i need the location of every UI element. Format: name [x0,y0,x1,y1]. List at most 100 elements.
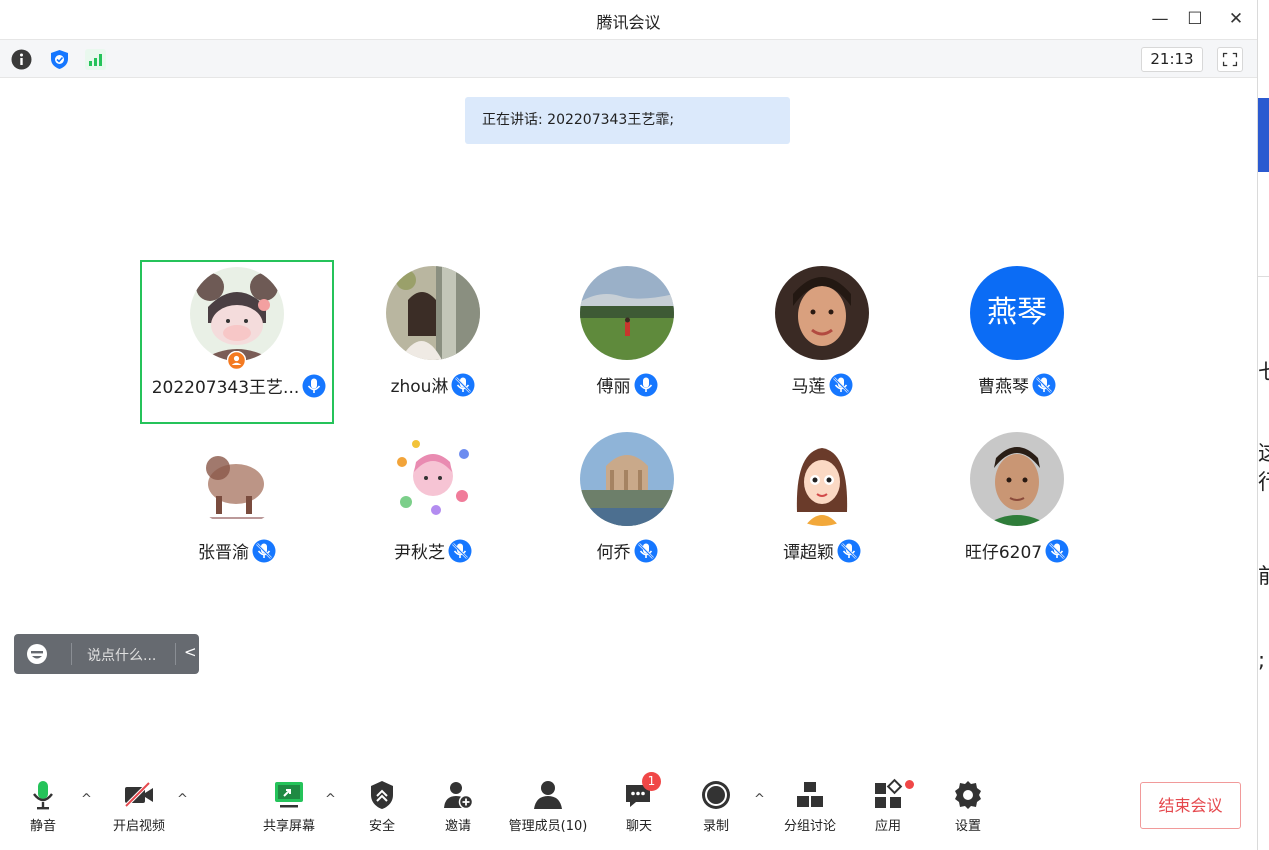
mic-muted-icon[interactable] [1045,539,1069,563]
cartoon-avatar [775,432,869,526]
collapse-chat-button[interactable]: < [184,643,197,661]
share-screen-button[interactable]: 共享屏幕 [258,778,320,838]
breakout-icon [793,778,827,812]
participant-name: 张晋渝 [198,543,249,563]
invite-button[interactable]: 邀请 [439,778,477,838]
close-button[interactable]: ✕ [1224,8,1248,30]
apps-icon [871,778,914,812]
signal-icon[interactable] [85,49,106,70]
microphone-icon [26,778,60,812]
participant-tile[interactable]: 燕琴 曹燕琴 [920,260,1114,424]
cartoon-avatar [386,432,480,526]
maximize-button[interactable]: ☐ [1183,8,1207,30]
invite-label: 邀请 [444,819,471,834]
mic-muted-icon[interactable] [451,373,475,397]
participant-tile[interactable]: 何乔 [530,426,724,590]
mic-muted-icon[interactable] [634,539,658,563]
audio-options-caret[interactable]: ^ [81,792,92,807]
minimize-button[interactable]: — [1148,8,1172,30]
record-icon [699,778,733,812]
emoji-icon[interactable] [26,643,48,665]
mic-muted-icon[interactable] [448,539,472,563]
mute-label: 静音 [29,819,56,834]
background-window-text: ; [1258,648,1266,672]
photo-avatar [970,432,1064,526]
participant-tile[interactable]: zhou淋 [336,260,530,424]
photo-avatar [386,266,480,360]
mic-muted-icon[interactable] [837,539,861,563]
participant-name: 马莲 [791,377,826,397]
breakout-rooms-button[interactable]: 分组讨论 [780,778,840,838]
status-bar: 21:13 [0,40,1257,78]
record-label: 录制 [702,819,729,834]
share-screen-icon [272,778,306,812]
participant-name: zhou淋 [390,377,449,397]
background-window-text: 这 [1258,437,1269,467]
photo-avatar [580,266,674,360]
apps-label: 应用 [874,819,901,834]
title-bar: 腾讯会议 — ☐ ✕ [0,0,1257,40]
divider [71,643,72,665]
record-button[interactable]: 录制 [697,778,735,838]
manage-label: 管理成员(10) [508,819,588,834]
share-label: 共享屏幕 [262,819,315,834]
participant-name: 谭超颖 [783,543,834,563]
participant-tile[interactable]: 尹秋芝 [336,426,530,590]
participant-tile[interactable]: 张晋渝 [140,426,334,590]
camera-off-icon [122,778,156,812]
video-options-caret[interactable]: ^ [177,792,188,807]
mic-muted-icon[interactable] [252,539,276,563]
security-label: 安全 [368,819,395,834]
unread-badge: 1 [642,772,661,791]
settings-label: 设置 [954,819,981,834]
share-options-caret[interactable]: ^ [325,792,336,807]
mic-muted-icon[interactable] [829,373,853,397]
divider [175,643,176,665]
record-options-caret[interactable]: ^ [754,792,765,807]
mic-icon[interactable] [634,373,658,397]
avatar-initials: 燕琴 [987,295,1047,330]
participant-name: 尹秋芝 [394,543,445,563]
sketch-avatar [190,432,284,526]
participant-tile[interactable]: 马莲 [725,260,919,424]
info-icon[interactable] [11,49,32,70]
background-window-accent [1258,98,1269,172]
apps-button[interactable]: 应用 [869,778,914,838]
end-meeting-button[interactable]: 结束会议 [1140,782,1241,829]
meeting-window: 七 这 行 前 ; 腾讯会议 — ☐ ✕ 21:13 正在讲话: 2022073… [0,0,1269,850]
meeting-clock: 21:13 [1141,47,1203,72]
apps-notification-dot [905,780,914,789]
chat-placeholder[interactable]: 说点什么... [87,645,156,665]
background-window-divider [1258,276,1269,277]
fullscreen-button[interactable] [1217,47,1243,72]
background-window-text: 前 [1258,560,1269,590]
fullscreen-icon [1222,52,1238,67]
invite-user-icon [441,778,475,812]
participant-tile[interactable]: 旺仔6207 [920,426,1114,590]
settings-button[interactable]: 设置 [949,778,987,838]
breakout-label: 分组讨论 [783,819,836,834]
chat-icon: 1 [622,772,661,812]
start-video-button[interactable]: 开启视频 [108,778,170,838]
speaking-banner: 正在讲话: 202207343王艺霏; [465,97,790,144]
text-avatar: 燕琴 [970,266,1064,360]
participant-tile[interactable]: 202207343王艺... [140,260,334,424]
photo-avatar [775,266,869,360]
shield-icon[interactable] [49,49,70,70]
quick-chat-input[interactable]: 说点什么... < [14,634,199,674]
shield-icon [365,778,399,812]
members-icon [531,778,565,812]
chat-button[interactable]: 1 聊天 [620,772,661,838]
participant-tile[interactable]: 谭超颖 [725,426,919,590]
participant-name: 傅丽 [596,377,631,397]
security-button[interactable]: 安全 [364,778,400,838]
mic-icon[interactable] [302,374,326,398]
background-window: 七 这 行 前 ; [1257,0,1269,850]
participant-tile[interactable]: 傅丽 [530,260,724,424]
mute-button[interactable]: 静音 [24,778,62,838]
video-label: 开启视频 [112,819,165,834]
participant-name: 202207343王艺... [151,378,300,398]
background-window-text: 七 [1258,356,1269,386]
mic-muted-icon[interactable] [1032,373,1056,397]
manage-members-button[interactable]: 管理成员(10) [503,778,593,838]
